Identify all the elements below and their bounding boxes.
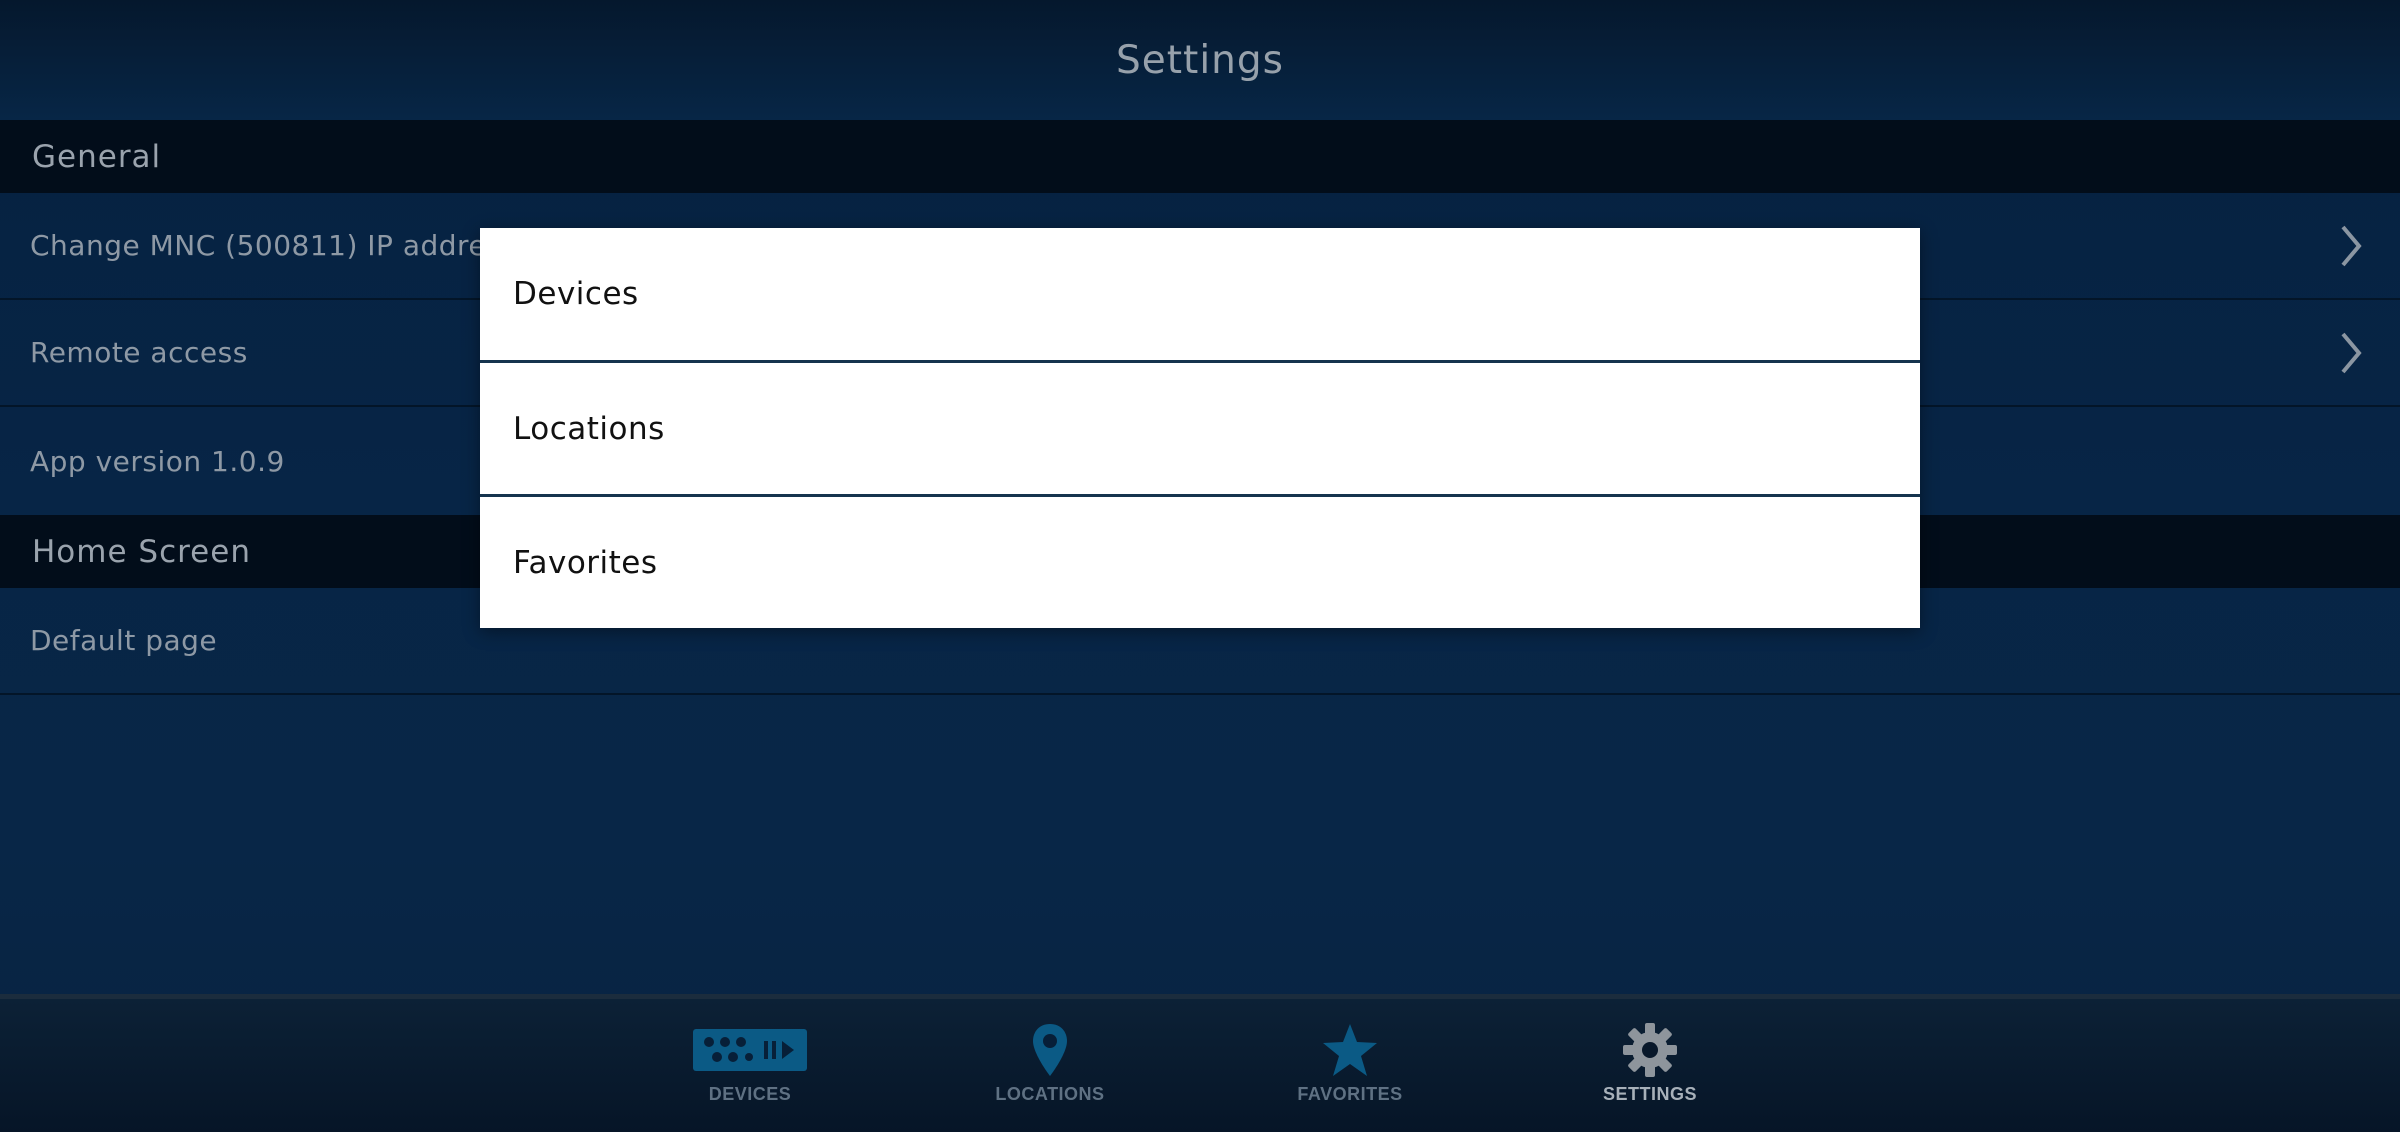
tab-label: DEVICES — [708, 1084, 792, 1104]
option-label: Devices — [513, 276, 639, 312]
section-header-general: General — [0, 120, 2400, 193]
gear-icon — [1622, 1019, 1678, 1081]
dialog-option-locations[interactable]: Locations — [480, 363, 1920, 495]
tab-label: SETTINGS — [1602, 1084, 1697, 1104]
tab-locations[interactable]: LOCATIONS — [960, 1019, 1140, 1119]
section-title: Home Screen — [32, 533, 251, 570]
location-pin-icon — [1031, 1019, 1069, 1081]
dialog-option-devices[interactable]: Devices — [480, 228, 1920, 360]
row-label: Change MNC (500811) IP address — [30, 229, 517, 262]
page-title: Settings — [1116, 37, 1284, 83]
default-page-picker-dialog: Devices Locations Favorites — [480, 228, 1920, 628]
bottom-tab-bar: DEVICES LOCATIONS FAVORITES SETTINGS — [0, 994, 2400, 1132]
option-label: Favorites — [513, 545, 658, 581]
tab-favorites[interactable]: FAVORITES — [1260, 1019, 1440, 1119]
row-label: Remote access — [30, 336, 248, 369]
chevron-right-icon — [2340, 331, 2362, 375]
star-icon — [1321, 1019, 1379, 1081]
chevron-right-icon — [2340, 224, 2362, 268]
row-label: App version 1.0.9 — [30, 444, 285, 478]
row-label: Default page — [30, 624, 218, 657]
section-title: General — [32, 138, 162, 175]
devices-icon — [693, 1019, 807, 1081]
tab-settings[interactable]: SETTINGS — [1560, 1019, 1740, 1119]
tab-devices[interactable]: DEVICES — [660, 1019, 840, 1119]
dialog-option-favorites[interactable]: Favorites — [480, 497, 1920, 629]
option-label: Locations — [513, 411, 665, 447]
top-bar: Settings — [0, 0, 2400, 120]
tab-label: LOCATIONS — [995, 1084, 1105, 1104]
tab-label: FAVORITES — [1297, 1084, 1403, 1104]
